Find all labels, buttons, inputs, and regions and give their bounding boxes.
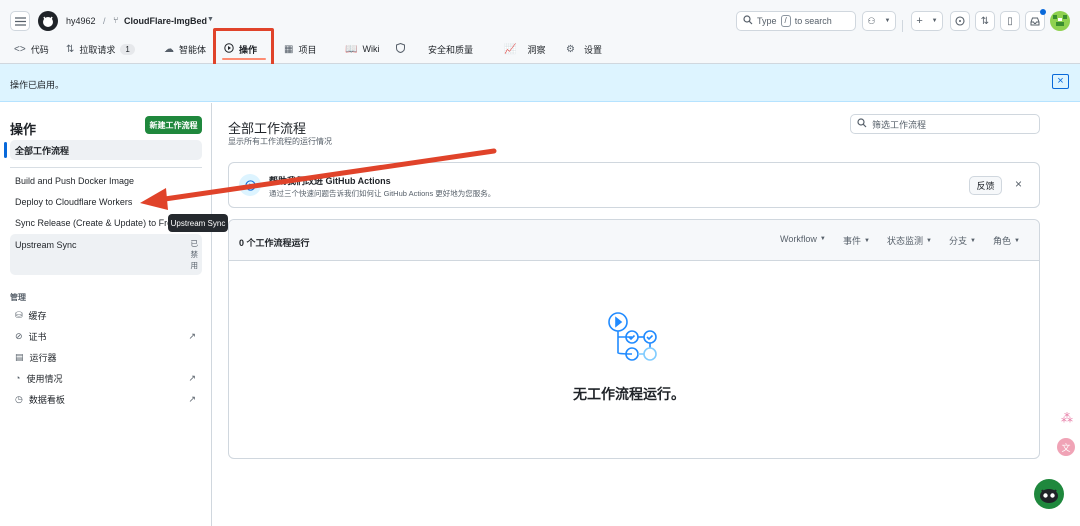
copilot-chat-icon[interactable] <box>1034 479 1064 509</box>
floating-grid-icon[interactable]: ⁂ <box>1058 409 1076 427</box>
translate-icon[interactable]: 文 <box>1057 438 1075 456</box>
annotation-arrow <box>140 148 497 210</box>
